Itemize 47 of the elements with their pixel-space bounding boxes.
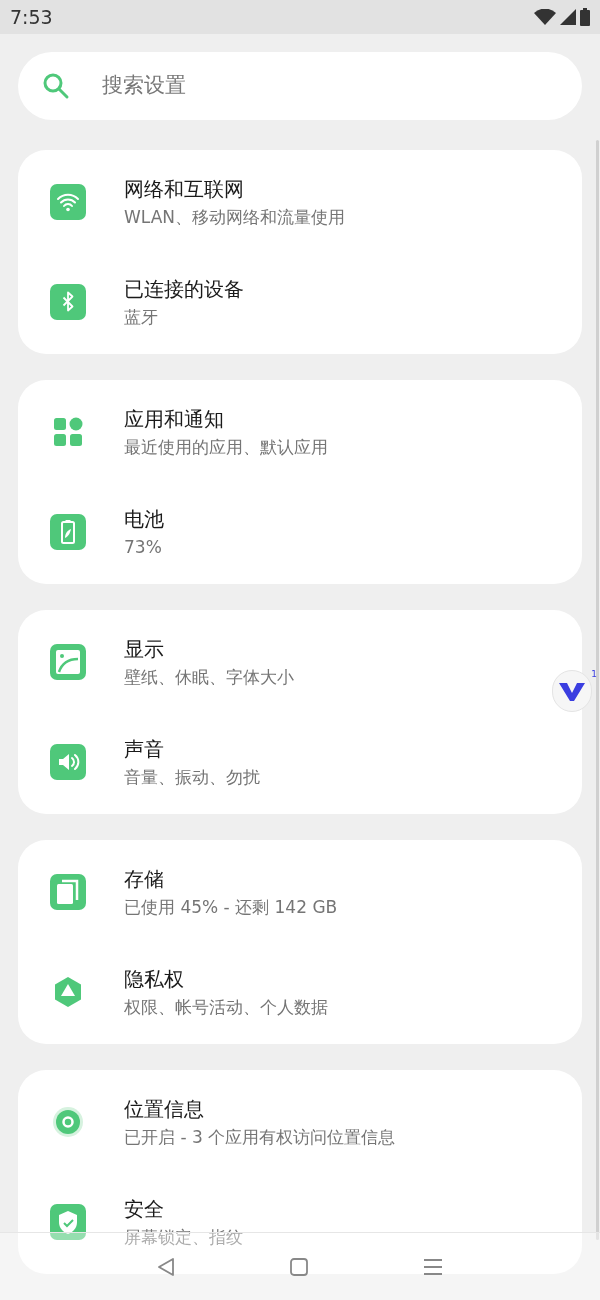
item-title: 应用和通知 [124, 406, 225, 433]
battery-icon [50, 514, 86, 550]
item-subtitle: 73% [124, 536, 163, 559]
status-time: 7:53 [10, 4, 53, 30]
settings-item[interactable]: 存储 已使用 45% - 还剩 142 GB [18, 842, 582, 942]
image-icon [50, 644, 86, 680]
bluetooth-icon [50, 284, 86, 320]
storage-icon [50, 874, 86, 910]
item-subtitle: 蓝牙 [124, 306, 159, 329]
item-title: 安全 [124, 1196, 165, 1223]
search-icon [42, 72, 70, 100]
v-logo-icon [559, 681, 585, 701]
settings-item[interactable]: 位置信息 已开启 - 3 个应用有权访问位置信息 [18, 1072, 582, 1172]
item-title: 显示 [124, 636, 165, 663]
item-subtitle: 壁纸、休眠、字体大小 [124, 666, 294, 689]
settings-item[interactable]: 声音 音量、振动、勿扰 [18, 712, 582, 812]
back-icon[interactable] [157, 1256, 176, 1277]
settings-item[interactable]: 应用和通知 最近使用的应用、默认应用 [18, 382, 582, 482]
item-title: 网络和互联网 [124, 176, 245, 203]
item-title: 存储 [124, 866, 165, 893]
wifi-icon [50, 184, 86, 220]
badge-count-label: 1 [591, 668, 597, 681]
search-field[interactable]: 搜索设置 [18, 52, 582, 120]
item-title: 隐私权 [124, 966, 185, 993]
item-subtitle: 权限、帐号活动、个人数据 [124, 996, 328, 1019]
item-subtitle: 最近使用的应用、默认应用 [124, 436, 328, 459]
item-title: 电池 [124, 506, 164, 533]
item-subtitle: 已开启 - 3 个应用有权访问位置信息 [124, 1126, 396, 1149]
menu-icon[interactable] [422, 1257, 443, 1276]
settings-item[interactable]: 网络和互联网 WLAN、移动网络和流量使用 [18, 152, 582, 252]
settings-item[interactable]: 已连接的设备 蓝牙 [18, 252, 582, 352]
settings-item[interactable]: 电池 73% [18, 482, 582, 582]
wifi-signal-icon [534, 9, 556, 25]
item-title: 声音 [124, 736, 165, 763]
item-subtitle: WLAN、移动网络和流量使用 [124, 206, 346, 229]
home-icon[interactable] [290, 1257, 308, 1276]
item-title: 位置信息 [124, 1096, 205, 1123]
battery-status-icon [580, 8, 590, 26]
item-subtitle: 已使用 45% - 还剩 142 GB [124, 896, 338, 919]
security-icon [50, 1204, 86, 1240]
search-input[interactable]: 搜索设置 [102, 70, 582, 102]
settings-item[interactable]: 隐私权 权限、帐号活动、个人数据 [18, 942, 582, 1042]
speaker-icon [50, 744, 86, 780]
location-icon [50, 1104, 86, 1140]
item-title: 已连接的设备 [124, 276, 244, 303]
item-subtitle: 音量、振动、勿扰 [124, 766, 260, 789]
cell-signal-icon [560, 9, 576, 25]
